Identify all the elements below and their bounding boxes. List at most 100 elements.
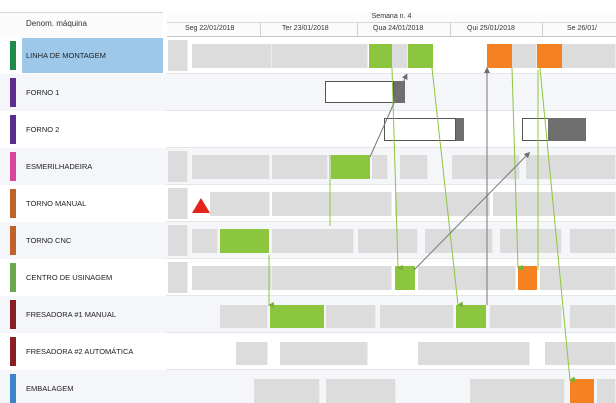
machine-cell[interactable]: FRESADORA #1 MANUAL bbox=[22, 297, 163, 332]
day-label: Qui 25/01/2018 bbox=[467, 25, 515, 32]
warning-triangle-icon[interactable] bbox=[192, 198, 210, 213]
idle-block bbox=[168, 225, 188, 256]
machine-cell[interactable]: FRESADORA #2 AUTOMÁTICA bbox=[22, 334, 163, 369]
machine-cell-selected[interactable]: LINHA DE MONTAGEM bbox=[22, 38, 163, 73]
machine-name: EMBALAGEM bbox=[26, 384, 74, 393]
idle-block bbox=[470, 379, 565, 403]
machine-row: LINHA DE MONTAGEM bbox=[0, 37, 616, 74]
machine-name: TORNO MANUAL bbox=[26, 199, 87, 208]
day-divider bbox=[450, 23, 451, 36]
idle-block bbox=[372, 155, 388, 179]
idle-block bbox=[418, 342, 530, 365]
machine-cell[interactable]: CENTRO DE USINAGEM bbox=[22, 260, 163, 295]
idle-block bbox=[400, 155, 428, 179]
machine-row: CENTRO DE USINAGEM bbox=[0, 259, 616, 296]
idle-block bbox=[358, 229, 418, 253]
idle-block bbox=[280, 342, 368, 365]
day-divider bbox=[260, 23, 261, 36]
week-label: Semana n. 4 bbox=[371, 13, 412, 20]
idle-block bbox=[272, 44, 368, 68]
machine-row: TORNO MANUAL bbox=[0, 185, 616, 222]
machine-cell[interactable]: FORNO 2 bbox=[22, 112, 163, 147]
idle-block bbox=[192, 229, 218, 253]
idle-block bbox=[272, 266, 392, 290]
idle-block bbox=[395, 192, 490, 216]
task-block[interactable] bbox=[408, 44, 433, 68]
machine-name: FORNO 1 bbox=[26, 88, 60, 97]
machine-color-tab bbox=[10, 300, 16, 329]
machine-cell[interactable]: TORNO MANUAL bbox=[22, 186, 163, 221]
day-label: Qua 24/01/2018 bbox=[373, 25, 424, 32]
machine-row: ESMERILHADEIRA bbox=[0, 148, 616, 185]
scheduled-outline-task[interactable] bbox=[325, 81, 394, 103]
machine-name: LINHA DE MONTAGEM bbox=[26, 51, 106, 60]
idle-block bbox=[425, 229, 493, 253]
idle-block bbox=[326, 305, 376, 328]
idle-block bbox=[490, 305, 562, 328]
task-block[interactable] bbox=[570, 379, 594, 403]
idle-block bbox=[254, 379, 320, 403]
idle-block bbox=[272, 229, 354, 253]
idle-block bbox=[272, 192, 392, 216]
idle-block bbox=[493, 192, 616, 216]
machine-color-tab bbox=[10, 41, 16, 70]
idle-block bbox=[570, 229, 616, 253]
machine-name: FORNO 2 bbox=[26, 125, 60, 134]
machine-row: FRESADORA #1 MANUAL bbox=[0, 296, 616, 333]
scheduled-outline-task[interactable] bbox=[384, 118, 456, 141]
idle-block bbox=[570, 305, 616, 328]
task-block[interactable] bbox=[270, 305, 324, 328]
machine-color-tab bbox=[10, 152, 16, 181]
idle-block bbox=[545, 342, 616, 365]
task-block[interactable] bbox=[220, 229, 269, 253]
task-block[interactable] bbox=[331, 155, 370, 179]
day-divider bbox=[542, 23, 543, 36]
day-divider bbox=[357, 23, 358, 36]
idle-block bbox=[500, 229, 562, 253]
machine-row: FRESADORA #2 AUTOMÁTICA bbox=[0, 333, 616, 370]
scheduled-outline-task[interactable] bbox=[522, 118, 550, 141]
idle-block bbox=[380, 305, 454, 328]
idle-block bbox=[597, 379, 616, 403]
machine-row: TORNO CNC bbox=[0, 222, 616, 259]
machine-name: CENTRO DE USINAGEM bbox=[26, 273, 113, 282]
idle-block bbox=[168, 262, 188, 293]
task-block[interactable] bbox=[456, 118, 464, 141]
machine-cell[interactable]: FORNO 1 bbox=[22, 75, 163, 110]
machine-color-tab bbox=[10, 337, 16, 366]
task-block[interactable] bbox=[369, 44, 392, 68]
task-block[interactable] bbox=[487, 44, 512, 68]
machine-color-tab bbox=[10, 374, 16, 403]
idle-block bbox=[526, 155, 616, 179]
machine-color-tab bbox=[10, 115, 16, 144]
idle-block bbox=[168, 40, 188, 71]
idle-block bbox=[192, 266, 272, 290]
machine-name: ESMERILHADEIRA bbox=[26, 162, 93, 171]
task-block[interactable] bbox=[395, 266, 415, 290]
idle-block bbox=[512, 44, 537, 68]
timeline-header: Semana n. 4 Seg 22/01/2018 Ter 23/01/201… bbox=[167, 12, 616, 37]
idle-block bbox=[236, 342, 268, 365]
machine-cell[interactable]: TORNO CNC bbox=[22, 223, 163, 258]
day-label: Ter 23/01/2018 bbox=[282, 25, 329, 32]
machine-color-tab bbox=[10, 78, 16, 107]
gantt-scheduler: Denom. máquina Semana n. 4 Seg 22/01/201… bbox=[0, 0, 616, 403]
idle-block bbox=[452, 155, 520, 179]
machine-column-header[interactable]: Denom. máquina bbox=[0, 12, 163, 38]
task-block[interactable] bbox=[548, 118, 586, 141]
week-divider bbox=[167, 22, 616, 23]
idle-block bbox=[272, 155, 328, 179]
machine-column-label: Denom. máquina bbox=[26, 19, 87, 28]
task-block[interactable] bbox=[394, 81, 405, 103]
task-block[interactable] bbox=[518, 266, 537, 290]
idle-block bbox=[220, 305, 268, 328]
task-block[interactable] bbox=[456, 305, 486, 328]
machine-name: FRESADORA #2 AUTOMÁTICA bbox=[26, 347, 134, 356]
machine-cell[interactable]: ESMERILHADEIRA bbox=[22, 149, 163, 184]
machine-row: FORNO 1 bbox=[0, 74, 616, 111]
task-block[interactable] bbox=[537, 44, 562, 68]
idle-block bbox=[418, 266, 516, 290]
machine-cell[interactable]: EMBALAGEM bbox=[22, 371, 163, 403]
idle-block bbox=[192, 44, 272, 68]
machine-row: EMBALAGEM bbox=[0, 370, 616, 403]
